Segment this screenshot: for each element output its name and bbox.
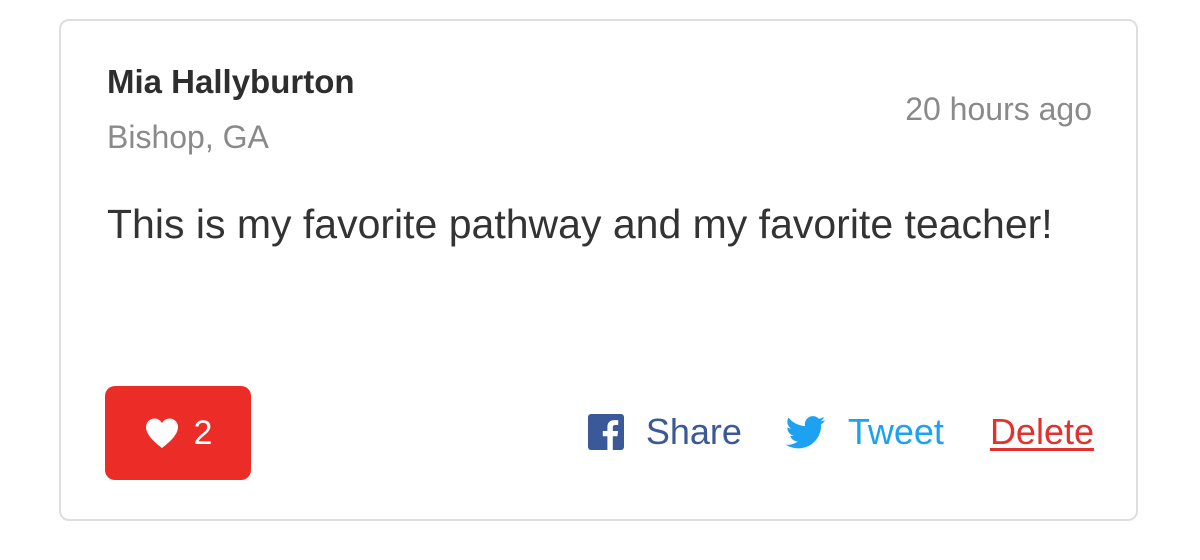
share-button[interactable]: Share	[587, 411, 742, 453]
like-button[interactable]: 2	[105, 386, 251, 480]
facebook-icon	[587, 414, 624, 450]
delete-link[interactable]: Delete	[990, 411, 1094, 453]
comment-timestamp: 20 hours ago	[905, 91, 1092, 127]
share-label: Share	[645, 411, 742, 452]
heart-icon	[144, 417, 180, 449]
author-name: Mia Hallyburton	[107, 63, 355, 100]
twitter-icon	[785, 415, 826, 449]
comment-body: This is my favorite pathway and my favor…	[107, 201, 1053, 247]
tweet-button[interactable]: Tweet	[785, 411, 944, 453]
author-location: Bishop, GA	[107, 119, 269, 155]
comment-actions: Share Tweet Delete	[587, 407, 1094, 457]
comment-card: Mia Hallyburton Bishop, GA 20 hours ago …	[59, 19, 1138, 521]
like-count: 2	[193, 413, 213, 452]
tweet-label: Tweet	[847, 411, 944, 452]
